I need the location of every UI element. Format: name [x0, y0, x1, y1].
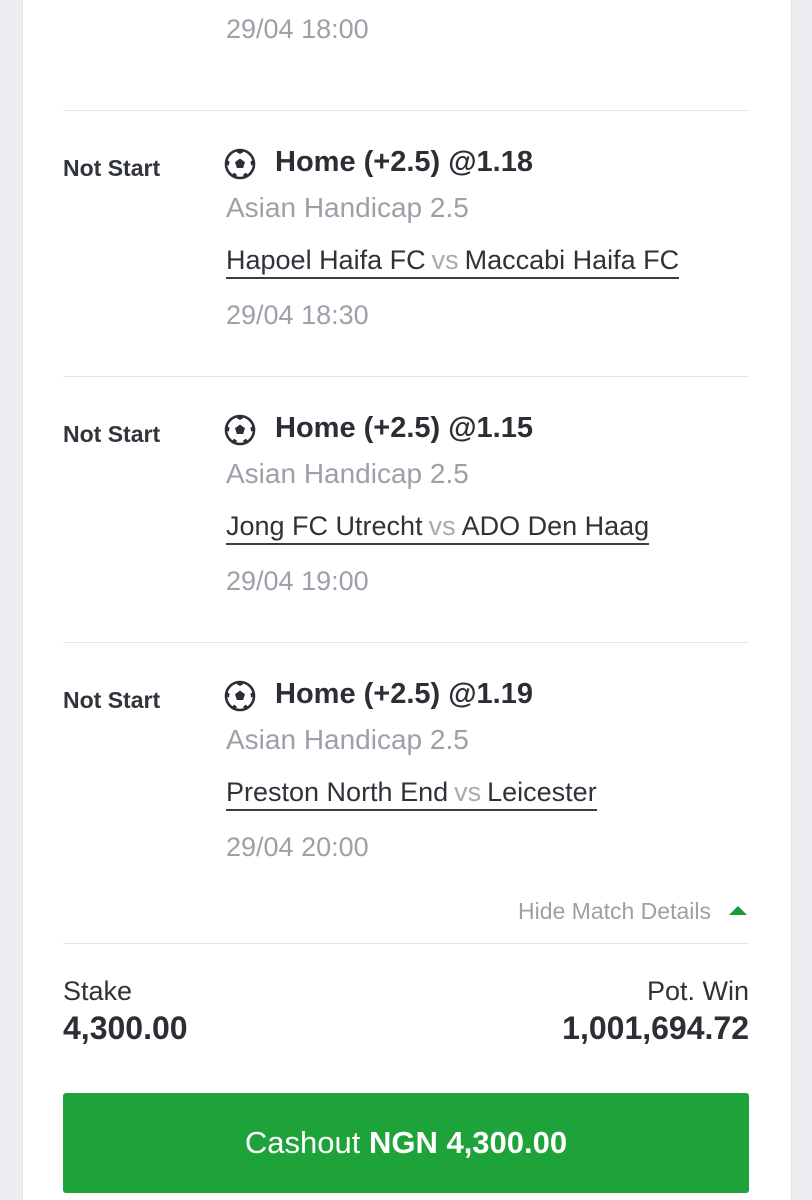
- vs-label: vs: [454, 777, 482, 807]
- stake-label: Stake: [63, 976, 133, 1006]
- bet-pick: Home (+2.5) @1.15: [275, 412, 533, 444]
- away-team: Leicester: [487, 777, 597, 807]
- away-team: Maccabi Haifa FC: [464, 245, 680, 275]
- bet-selection: Not Start Home (+2.5) @1.19 Asian Handic…: [0, 652, 812, 872]
- bet-status: Not Start: [63, 687, 161, 713]
- divider: [63, 376, 749, 377]
- bet-selection: Not Start Home (+2.5) @1.18 Asian Handic…: [0, 120, 812, 340]
- home-team: Hapoel Haifa FC: [226, 245, 426, 275]
- bet-market: Asian Handicap 2.5: [226, 192, 469, 223]
- bet-selection: Not Start Home (+2.5) @1.15 Asian Handic…: [0, 386, 812, 606]
- divider: [63, 110, 749, 111]
- home-team: Jong FC Utrecht: [226, 511, 423, 541]
- cashout-label: Cashout: [244, 1125, 361, 1160]
- match-teams-link[interactable]: Preston North End vs Leicester: [226, 776, 597, 811]
- match-time: 29/04 18:00: [226, 14, 369, 44]
- match-time: 29/04 20:00: [226, 832, 369, 862]
- vs-label: vs: [428, 511, 456, 541]
- bet-status: Not Start: [63, 155, 161, 181]
- match-time: 29/04 19:00: [226, 566, 369, 596]
- bet-pick: Home (+2.5) @1.18: [275, 146, 533, 178]
- bet-status: Not Start: [63, 421, 161, 447]
- match-teams-link[interactable]: Hapoel Haifa FC vs Maccabi Haifa FC: [226, 244, 680, 279]
- soccer-ball-icon: [224, 680, 256, 712]
- divider: [63, 642, 749, 643]
- soccer-ball-icon: [224, 148, 256, 180]
- pot-win-value: 1,001,694.72: [562, 1010, 749, 1046]
- bet-pick: Home (+2.5) @1.19: [275, 678, 533, 710]
- match-time: 29/04 18:30: [226, 300, 369, 330]
- cashout-button[interactable]: Cashout NGN 4,300.00: [63, 1093, 749, 1193]
- soccer-ball-icon: [224, 414, 256, 446]
- divider: [63, 943, 749, 944]
- stake-value: 4,300.00: [63, 1010, 188, 1046]
- hide-match-details-button[interactable]: Hide Match Details: [518, 898, 711, 925]
- pot-win-label: Pot. Win: [646, 976, 749, 1006]
- home-team: Preston North End: [226, 777, 449, 807]
- away-team: ADO Den Haag: [461, 511, 650, 541]
- caret-up-icon[interactable]: [729, 906, 747, 915]
- vs-label: vs: [431, 245, 459, 275]
- bet-market: Asian Handicap 2.5: [226, 724, 469, 755]
- match-teams-link[interactable]: Jong FC Utrecht vs ADO Den Haag: [226, 510, 650, 545]
- cashout-amount: NGN 4,300.00: [368, 1125, 568, 1160]
- bet-market: Asian Handicap 2.5: [226, 458, 469, 489]
